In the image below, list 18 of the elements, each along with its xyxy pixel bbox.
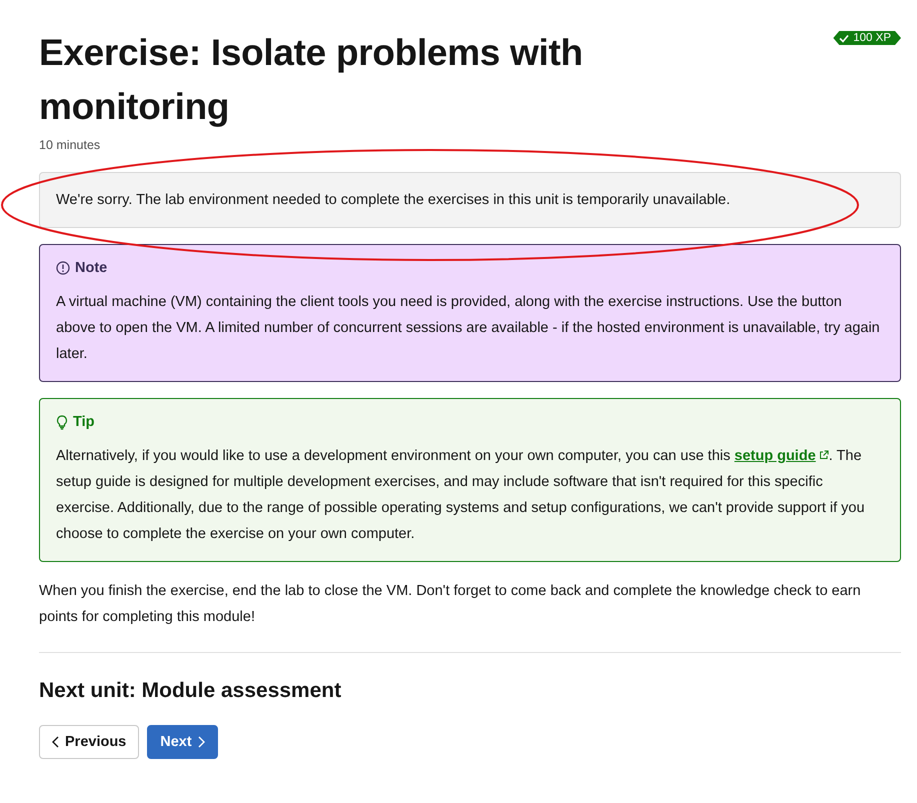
lightbulb-icon: [56, 414, 68, 430]
next-unit-heading: Next unit: Module assessment: [39, 679, 342, 703]
tip-heading: Tip: [73, 413, 94, 432]
chevron-left-icon: [52, 736, 59, 748]
page-title: Exercise: Isolate problems with monitoring: [39, 31, 584, 129]
tip-text: Alternatively, if you would like to use a development environment on your own computer, you can use this setup guide . The setup guide is designed for multiple development exercises, and may include software that isn't required for this specific exercise. Additionally, due to the range of possible operating systems and setup configurations, we can't provide support if you choose to complete the exercise on your own computer.: [56, 447, 866, 544]
chevron-right-icon: [198, 736, 205, 748]
previous-button[interactable]: Previous: [39, 725, 140, 759]
note-text: A virtual machine (VM) containing the client tools you need is provided, along with the exercise instructions. Use the button above to open the VM. A limited number of concurrent sessions are available - if the hosted environment is unavailable, try again later.: [56, 293, 881, 364]
closing-text: When you finish the exercise, end the lab to close the VM. Don't forget to come back and complete the knowledge check to earn points for completing this module!: [39, 582, 862, 627]
setup-guide-link[interactable]: setup guide: [734, 448, 816, 464]
xp-badge: 100 XP: [833, 31, 901, 45]
info-icon: [56, 261, 70, 275]
duration-text: 10 minutes: [39, 138, 102, 152]
external-link-icon: [818, 450, 829, 460]
unavailable-notice: We're sorry. The lab environment needed to complete the exercises in this unit is temporarily unavailable.: [39, 172, 901, 228]
next-button[interactable]: Next: [147, 725, 218, 759]
note-heading: Note: [75, 259, 108, 278]
